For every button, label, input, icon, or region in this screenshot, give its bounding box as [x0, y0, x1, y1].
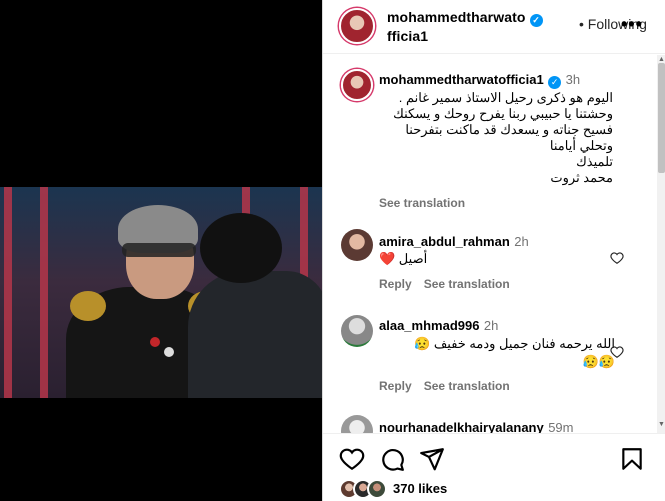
paper-plane-icon[interactable]: [419, 446, 445, 472]
comment-time[interactable]: 2h: [514, 234, 528, 249]
bookmark-icon[interactable]: [619, 446, 645, 472]
following-dot: •: [579, 16, 588, 32]
scroll-down-arrow-icon[interactable]: ▼: [658, 421, 665, 428]
comment-like-heart-icon[interactable]: [610, 251, 624, 265]
heart-icon[interactable]: [339, 446, 365, 472]
post-media[interactable]: [0, 0, 322, 501]
caption-see-translation[interactable]: See translation: [379, 196, 465, 210]
author-handle-line1: mohammedtharwato: [387, 9, 526, 25]
likes-count[interactable]: 370 likes: [393, 481, 447, 496]
comment-username[interactable]: nourhanadelkhairyalanany: [379, 420, 544, 433]
comment-username[interactable]: amira_abdul_rahman: [379, 234, 510, 249]
see-translation-button[interactable]: See translation: [424, 277, 510, 291]
comments-scrollbar[interactable]: ▲ ▼: [657, 55, 665, 433]
post-panel: mohammedtharwato ✓ fficia1 • Following •…: [322, 0, 665, 501]
stage-bar: [4, 187, 12, 398]
verified-badge-icon: ✓: [529, 14, 543, 27]
caption-line: فسيح جناته و يسعدك قد ماكنت بتفرحنا: [405, 122, 613, 137]
comment-time[interactable]: 59m: [548, 420, 573, 433]
scrollbar-thumb[interactable]: [658, 63, 665, 173]
comment-text: أصيل ❤️: [379, 251, 428, 266]
comment-text-line: الله يرحمه فنان جميل ودمه خفيف 😥: [414, 336, 615, 351]
reply-button[interactable]: Reply: [379, 379, 412, 393]
caption-text: اليوم هو ذكرى رحيل الاستاذ سمير غانم . و…: [343, 90, 613, 186]
author-avatar[interactable]: [339, 8, 375, 44]
comment-header: nourhanadelkhairyalanany 59m: [379, 419, 573, 433]
post-header: mohammedtharwato ✓ fficia1 • Following •…: [323, 0, 665, 54]
commenter-avatar[interactable]: [341, 315, 373, 347]
reply-button[interactable]: Reply: [379, 277, 412, 291]
epaulet: [70, 291, 106, 321]
post-photo[interactable]: [0, 187, 322, 398]
liker-avatar[interactable]: [367, 479, 387, 499]
comment-text: الله يرحمه فنان جميل ودمه خفيف 😥 😥😥: [379, 335, 615, 371]
more-options-icon[interactable]: •••: [621, 14, 643, 35]
caption-line: تلميذك: [576, 154, 613, 169]
comments-list[interactable]: mohammedtharwatofficia1 ✓ 3h اليوم هو ذك…: [323, 55, 657, 433]
scroll-up-arrow-icon[interactable]: ▲: [658, 56, 665, 63]
person-left-glasses: [122, 243, 196, 257]
author-handle[interactable]: mohammedtharwato ✓ fficia1: [387, 8, 543, 45]
caption-line: محمد ثروت: [550, 170, 613, 185]
person-right-body: [188, 271, 322, 398]
commenter-avatar[interactable]: [341, 415, 373, 433]
caption-line: وتحلي أيامنا: [549, 138, 613, 153]
caption-header: mohammedtharwatofficia1 ✓ 3h: [379, 71, 580, 89]
caption-time[interactable]: 3h: [566, 72, 580, 87]
person-right-hair: [200, 213, 282, 283]
commenter-avatar[interactable]: [341, 229, 373, 261]
comment-actions: Reply See translation: [379, 277, 522, 291]
comment-text-line: 😥😥: [582, 354, 615, 369]
verified-badge-icon: ✓: [548, 76, 562, 89]
comment-icon[interactable]: [379, 446, 405, 472]
stage-bar: [40, 187, 48, 398]
medal: [150, 337, 160, 347]
comment-time[interactable]: 2h: [484, 318, 498, 333]
caption-username[interactable]: mohammedtharwatofficia1: [379, 72, 544, 87]
comment-header: amira_abdul_rahman 2h: [379, 233, 529, 251]
comment-actions: Reply See translation: [379, 379, 522, 393]
see-translation-button[interactable]: See translation: [424, 379, 510, 393]
caption-line: وحشتنا يا حبيبي ربنا يفرح روحك و يسكنك: [393, 106, 613, 121]
medal: [164, 347, 174, 357]
caption-line: اليوم هو ذكرى رحيل الاستاذ سمير غانم .: [398, 90, 613, 105]
comment-username[interactable]: alaa_mhmad996: [379, 318, 479, 333]
comment-header: alaa_mhmad996 2h: [379, 317, 498, 335]
comment-like-heart-icon[interactable]: [610, 345, 624, 359]
author-handle-line2: fficia1: [387, 28, 429, 44]
